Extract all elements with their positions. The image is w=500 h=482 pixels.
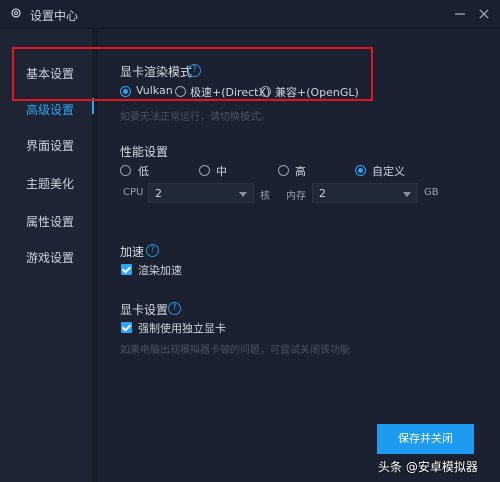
sidebar-item-theme[interactable]: 主题美化 — [26, 175, 74, 192]
render-mode-hint: 如要无法正常运行，请切换模式。 — [120, 112, 270, 123]
chevron-down-icon — [239, 192, 247, 197]
cpu-unit: 核 — [260, 191, 270, 202]
cpu-label: CPU — [123, 187, 144, 198]
sidebar-item-game[interactable]: 游戏设置 — [26, 249, 74, 266]
sidebar-item-interface[interactable]: 界面设置 — [26, 137, 74, 154]
gear-icon — [11, 8, 21, 18]
performance-medium-label: 中 — [216, 165, 227, 178]
help-icon[interactable]: ? — [146, 244, 159, 257]
force-dedicated-gpu-label: 强制使用独立显卡 — [138, 322, 226, 335]
gpu-hint: 如果电脑出现模拟器卡顿的问题，可尝试关闭该功能 — [120, 345, 350, 356]
sidebar-item-advanced[interactable]: 高级设置 — [26, 101, 74, 118]
performance-custom-radio[interactable] — [355, 165, 366, 176]
performance-custom-label: 自定义 — [372, 165, 405, 178]
acceleration-title: 加速 — [120, 245, 145, 259]
close-icon[interactable] — [474, 4, 494, 24]
performance-high-radio[interactable] — [278, 165, 289, 176]
chevron-down-icon — [403, 192, 411, 197]
cpu-select-value: 2 — [155, 187, 162, 200]
help-icon[interactable]: ? — [168, 302, 181, 315]
sidebar-item-properties[interactable]: 属性设置 — [26, 213, 74, 230]
title-bar: 设置中心 — [0, 0, 500, 29]
memory-select-value: 2 — [319, 187, 326, 200]
minimize-icon[interactable] — [450, 4, 470, 24]
watermark: 头条 @安卓模拟器 — [378, 460, 478, 474]
render-acceleration-checkbox[interactable] — [121, 264, 132, 275]
performance-low-radio[interactable] — [120, 165, 131, 176]
highlight-box — [12, 47, 373, 101]
performance-high-label: 高 — [295, 165, 306, 178]
window-title: 设置中心 — [30, 9, 79, 23]
force-dedicated-gpu-checkbox[interactable] — [121, 322, 132, 333]
performance-medium-radio[interactable] — [199, 165, 210, 176]
gpu-title: 显卡设置 — [120, 303, 169, 317]
render-acceleration-label: 渲染加速 — [138, 264, 182, 277]
cpu-select[interactable]: 2 — [148, 183, 254, 203]
performance-title: 性能设置 — [120, 145, 169, 159]
save-and-close-button[interactable]: 保存并关闭 — [377, 424, 474, 454]
memory-unit: GB — [424, 187, 439, 198]
performance-low-label: 低 — [138, 165, 149, 178]
memory-label: 内存 — [286, 191, 306, 202]
memory-select[interactable]: 2 — [312, 183, 418, 203]
